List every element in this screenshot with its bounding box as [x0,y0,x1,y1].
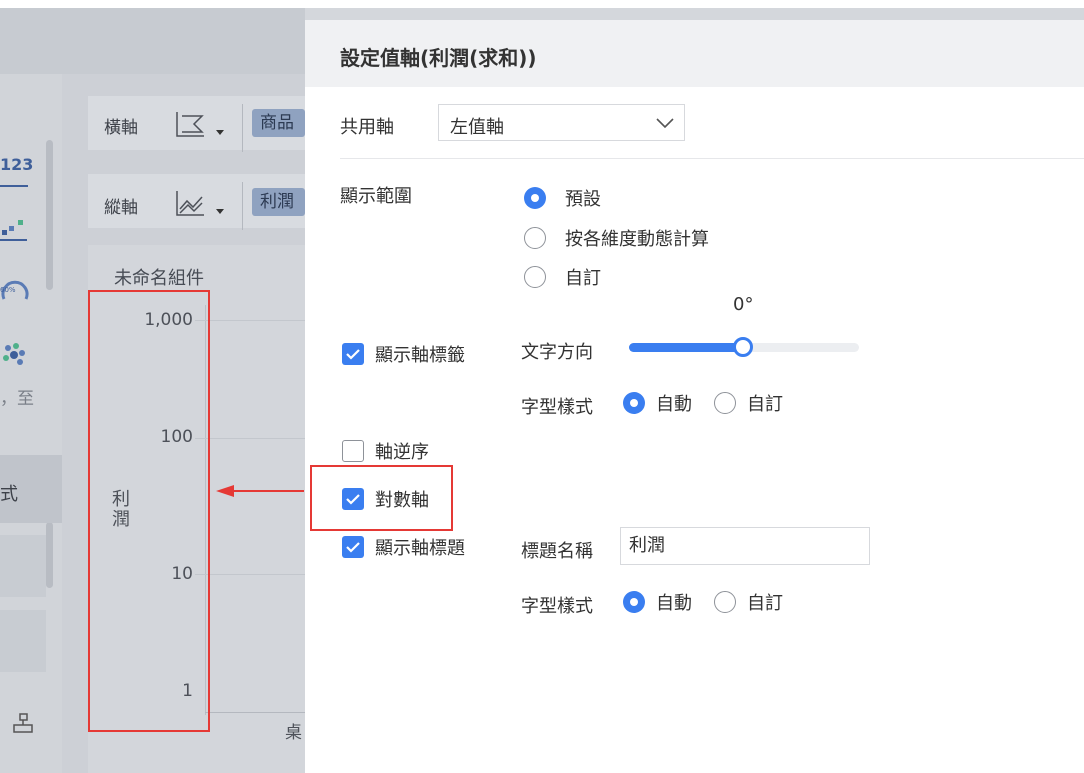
range-custom-radio[interactable] [524,266,546,288]
panel-title: 設定值軸(利潤(求和)) [340,46,537,70]
y-axis-label: 縱軸 [104,198,138,218]
label-font-auto-radio[interactable] [623,392,645,414]
gauge-icon[interactable]: 60% [0,275,30,305]
title-name-input[interactable]: 利潤 [620,527,870,565]
highlight-box-axis [88,290,210,732]
show-axis-labels-label[interactable]: 顯示軸標籤 [375,341,465,367]
range-custom-label[interactable]: 自訂 [565,264,601,290]
gauge-badge: 60% [0,286,16,294]
shelf-divider-2 [242,182,243,230]
gridline-1000 [195,320,305,321]
bubble-chart-icon[interactable] [0,340,30,370]
annotation-arrow-icon [216,485,304,497]
range-dynamic-radio[interactable] [524,227,546,249]
title-font-auto-label[interactable]: 自動 [656,589,692,615]
sidebar-text-to: ，至 [0,389,34,409]
label-font-custom-label[interactable]: 自訂 [747,390,783,416]
gridline-100 [195,438,305,439]
text-direction-label: 文字方向 [521,342,593,363]
text-direction-value: 0° [733,294,754,315]
shared-axis-value: 左值軸 [450,117,504,138]
scatter-chart-icon[interactable] [0,212,28,242]
label-font-custom-radio[interactable] [714,392,736,414]
top-strip [0,0,1084,8]
number-icon[interactable]: 123 [0,155,33,187]
log-axis-checkbox[interactable] [342,488,364,510]
show-axis-title-label[interactable]: 顯示軸標題 [375,534,465,560]
label-font-style-label: 字型樣式 [521,397,593,418]
shelf-divider [242,104,243,152]
gridline-10 [195,574,305,575]
sidebar-scrollbar[interactable] [46,140,53,290]
x-axis-sort-icon[interactable] [174,108,230,142]
text-direction-slider-handle[interactable] [733,337,753,357]
widget-title: 未命名組件 [114,268,204,289]
title-font-custom-radio[interactable] [714,591,736,613]
x-tick-partial: 桌 [285,723,302,743]
reverse-axis-label[interactable]: 軸逆序 [375,438,429,464]
range-dynamic-label[interactable]: 按各維度動態計算 [565,225,709,251]
title-font-style-label: 字型樣式 [521,596,593,617]
sidebar-scrollbar-lower[interactable] [46,522,53,588]
range-default-radio[interactable] [524,187,546,209]
x-axis-label: 橫軸 [104,118,138,138]
label-font-auto-label[interactable]: 自動 [656,390,692,416]
show-axis-labels-checkbox[interactable] [342,343,364,365]
range-default-label[interactable]: 預設 [565,185,601,211]
y-axis-line-chart-icon[interactable] [174,187,230,221]
chevron-down-icon [656,118,674,129]
text-direction-slider-fill [629,343,743,352]
x-axis-baseline [205,712,305,713]
value-axis-settings-panel [305,20,1084,773]
sidebar-style-label: 式 [0,484,18,505]
title-font-auto-radio[interactable] [623,591,645,613]
display-range-label: 顯示範圍 [340,186,412,207]
log-axis-label[interactable]: 對數軸 [375,486,429,512]
sidebar-to-label: 至 [17,389,34,409]
shared-axis-select[interactable]: 左值軸 [438,104,685,141]
panel-divider [340,158,1084,159]
editor-header [0,8,305,74]
y-axis-field-pill[interactable]: 利潤 [252,188,305,216]
x-axis-field-pill[interactable]: 商品 [252,109,305,137]
reverse-axis-checkbox[interactable] [342,440,364,462]
title-name-label: 標題名稱 [521,541,593,562]
show-axis-title-checkbox[interactable] [342,536,364,558]
sidebar-slot-2[interactable] [0,610,46,672]
title-font-custom-label[interactable]: 自訂 [747,589,783,615]
sidebar-slot-1[interactable] [0,535,46,597]
shared-axis-label: 共用軸 [340,117,394,138]
hierarchy-icon[interactable] [12,712,34,734]
